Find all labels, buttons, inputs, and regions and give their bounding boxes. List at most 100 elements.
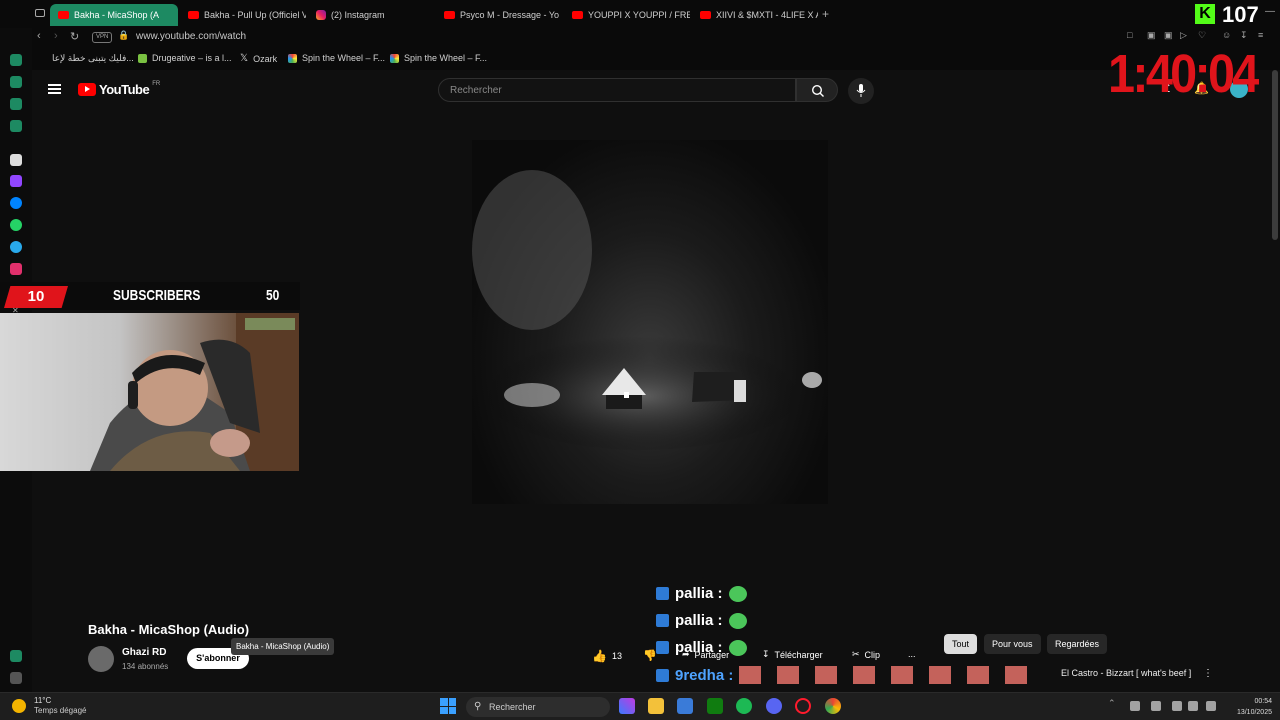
chat-message: pallia : xyxy=(656,612,747,629)
youtube-logo[interactable]: YouTube FR xyxy=(78,81,160,97)
hamburger-menu-icon[interactable] xyxy=(48,84,61,94)
gx-icon[interactable] xyxy=(10,650,22,662)
tab-label: Psyco M - Dressage - Yo xyxy=(460,10,560,20)
whatsapp-icon[interactable] xyxy=(10,219,22,231)
clock-date: 13/10/2025 xyxy=(1236,709,1272,716)
refresh-sidebar-icon[interactable] xyxy=(10,54,22,66)
address-bar: ‹ › ↻ VPN 🔒 www.youtube.com/watch □ ▣ ▣ … xyxy=(32,28,1280,48)
opera-icon[interactable] xyxy=(795,698,811,714)
copilot-icon[interactable] xyxy=(619,698,635,714)
tab-label: (2) Instagram xyxy=(331,10,385,20)
temperature[interactable]: 11°C xyxy=(34,696,51,705)
page-scrollbar[interactable] xyxy=(1272,70,1278,240)
bookmark-item[interactable]: 𝕏 Ozark xyxy=(240,53,277,64)
chip-watched[interactable]: Regardées xyxy=(1047,634,1108,654)
tab[interactable]: XIIVI & $MXTI - 4LIFE X A xyxy=(692,4,818,26)
messenger-icon[interactable] xyxy=(10,197,22,209)
heart-icon[interactable]: ♡ xyxy=(1198,30,1206,41)
system-clock[interactable]: 00:54 13/10/2025 xyxy=(1228,696,1272,718)
youtube-play-icon xyxy=(78,83,96,96)
lock-icon[interactable]: 🔒 xyxy=(118,30,129,41)
tab[interactable]: YOUPPI X YOUPPI / FREE xyxy=(564,4,690,26)
vpn-badge[interactable]: VPN xyxy=(92,32,113,43)
tab-menu-icon[interactable] xyxy=(35,9,45,17)
search-button[interactable] xyxy=(796,78,838,102)
weather-icon[interactable] xyxy=(12,699,26,713)
store-icon[interactable] xyxy=(677,698,693,714)
back-icon[interactable]: ‹ xyxy=(37,30,41,42)
wallet-icon[interactable] xyxy=(10,76,22,88)
bookmark-item[interactable]: Drugeative – is a l... xyxy=(138,53,232,63)
snapshot-icon[interactable]: ▣ xyxy=(1147,30,1156,41)
bookmark-item[interactable]: فليك يتبنى خطة لإعا... xyxy=(52,53,134,64)
instagram-sidebar-icon[interactable] xyxy=(10,263,22,275)
webcam-feed xyxy=(0,313,299,471)
emote-icon xyxy=(728,585,747,602)
file-explorer-icon[interactable] xyxy=(648,698,664,714)
viewer-count: 107 xyxy=(1222,2,1259,27)
forward-icon[interactable]: › xyxy=(54,30,58,42)
taskbar-search-icon: ⚲ xyxy=(474,701,482,712)
tray-expand-icon[interactable]: ⌃ xyxy=(1108,698,1118,708)
dislike-button[interactable]: 👎 xyxy=(643,649,657,662)
twitch-icon[interactable] xyxy=(10,175,22,187)
channel-avatar[interactable] xyxy=(88,646,114,672)
bookmark-icon[interactable]: □ xyxy=(1127,30,1132,40)
shield-icon[interactable]: ▣ xyxy=(1164,30,1173,41)
battery-icon[interactable] xyxy=(1206,701,1216,711)
more-sidebar-icon[interactable] xyxy=(10,672,22,684)
search-input[interactable] xyxy=(439,79,795,101)
chrome-icon[interactable] xyxy=(825,698,841,714)
network-icon[interactable] xyxy=(1172,701,1182,711)
bookmark-item[interactable]: Spin the Wheel – F... xyxy=(390,53,487,63)
aria-icon[interactable] xyxy=(10,154,22,166)
weather-description[interactable]: Temps dégagé xyxy=(34,706,86,715)
tab[interactable]: Psyco M - Dressage - Yo xyxy=(436,4,562,26)
emote-icon xyxy=(728,639,747,656)
kick-chat-icon xyxy=(656,587,669,600)
chip-all[interactable]: Tout xyxy=(944,634,978,654)
wheel-icon xyxy=(288,53,297,63)
download-button[interactable]: ↧ Télécharger xyxy=(762,649,823,660)
channel-name[interactable]: Ghazi RD xyxy=(122,647,166,658)
subscriber-goal: 50 xyxy=(266,287,280,304)
emote-icon xyxy=(728,612,747,629)
subscriber-count: 10 xyxy=(4,286,68,308)
tab-active[interactable]: Bakha - MicaShop (A xyxy=(50,4,178,26)
more-actions-button[interactable]: ... xyxy=(908,649,916,659)
minimize-icon[interactable]: — xyxy=(1265,6,1275,17)
recommended-video[interactable]: El Castro - Bizzart [ what's beef ] xyxy=(1061,668,1191,678)
tab-bar: Bakha - MicaShop (A Bakha - Pull Up (Off… xyxy=(0,0,1280,28)
volume-icon[interactable] xyxy=(1188,701,1198,711)
tab[interactable]: (2) Instagram xyxy=(308,4,434,26)
clip-button[interactable]: ✂ Clip xyxy=(852,649,880,660)
new-tab-button[interactable]: + xyxy=(822,7,829,21)
spotify-icon[interactable] xyxy=(736,698,752,714)
voice-search-button[interactable] xyxy=(848,78,874,104)
xbox-icon[interactable] xyxy=(707,698,723,714)
onedrive-icon[interactable] xyxy=(1130,701,1140,711)
download-icon[interactable]: ↧ xyxy=(1240,30,1248,41)
mic-tray-icon[interactable] xyxy=(1151,701,1161,711)
video-player[interactable] xyxy=(472,140,828,504)
taskbar-search[interactable]: ⚲ Rechercher xyxy=(466,697,610,717)
url-text[interactable]: www.youtube.com/watch xyxy=(136,31,246,42)
instagram-icon xyxy=(316,10,326,20)
like-button[interactable]: 👍 13 xyxy=(592,649,622,663)
bookmark-item[interactable]: Spin the Wheel – F... xyxy=(288,53,385,63)
telegram-icon[interactable] xyxy=(10,241,22,253)
recommended-menu-icon[interactable]: ⋮ xyxy=(1203,668,1213,679)
sync-icon[interactable] xyxy=(10,98,22,110)
tab[interactable]: Bakha - Pull Up (Officiel V xyxy=(180,4,306,26)
windows-start-icon[interactable] xyxy=(440,698,456,714)
player-icon[interactable]: ▷ xyxy=(1180,30,1187,41)
tab-label: XIIVI & $MXTI - 4LIFE X A xyxy=(716,10,818,20)
chip-for-you[interactable]: Pour vous xyxy=(984,634,1041,654)
messenger-sidebar-icon[interactable] xyxy=(10,120,22,132)
reload-icon[interactable]: ↻ xyxy=(70,30,79,43)
menu-lines-icon[interactable]: ≡ xyxy=(1258,30,1263,40)
chat-username: 9redha : xyxy=(675,666,734,684)
profile-icon[interactable]: ☺ xyxy=(1222,30,1231,40)
emote-icon xyxy=(891,666,914,684)
discord-icon[interactable] xyxy=(766,698,782,714)
